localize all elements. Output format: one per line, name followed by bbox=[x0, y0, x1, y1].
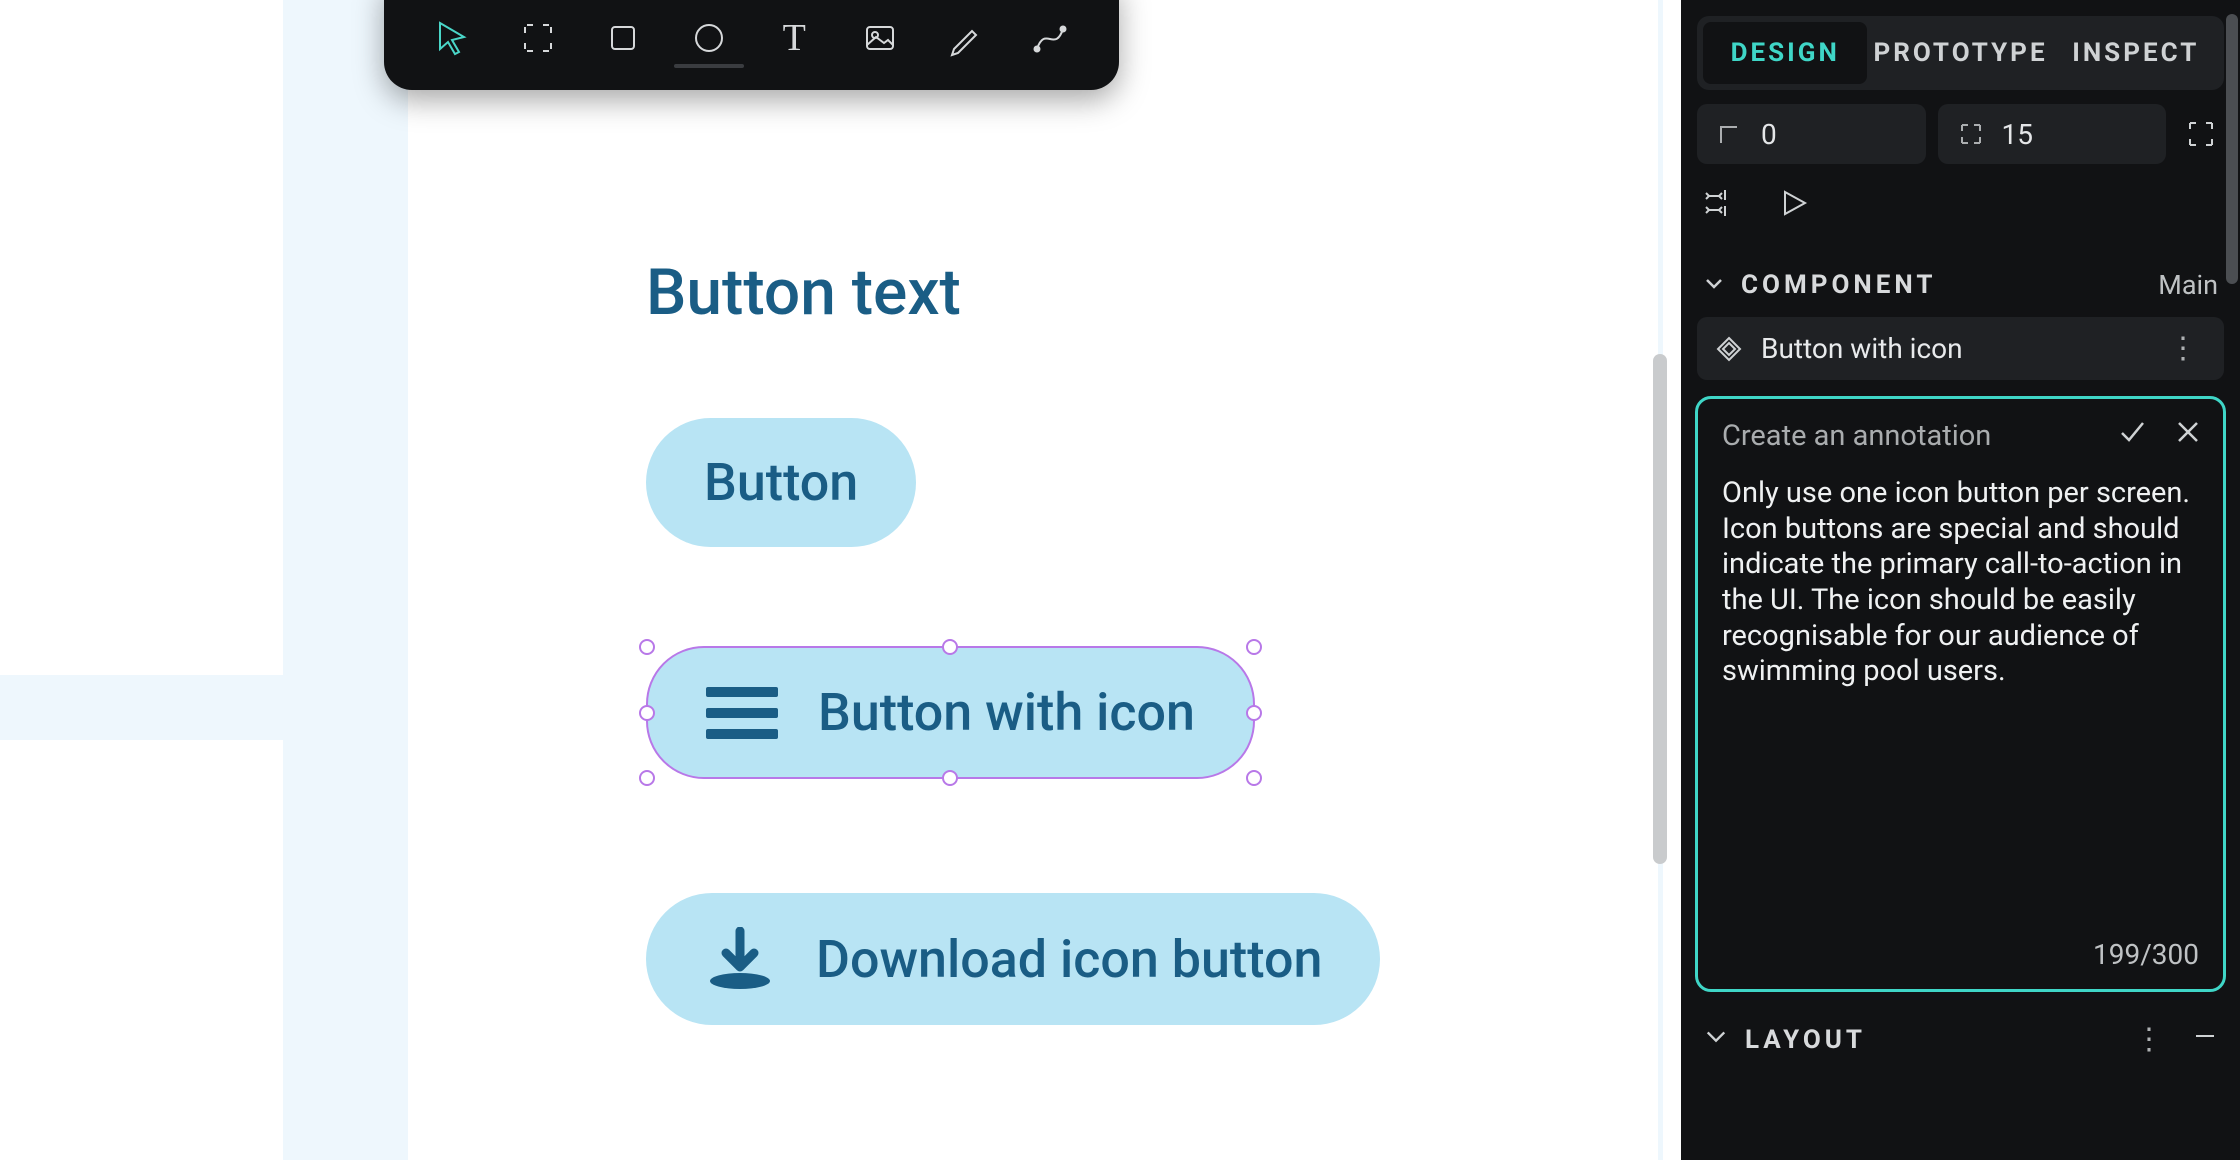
component-icon bbox=[1715, 335, 1743, 363]
selection-handle-n[interactable] bbox=[942, 639, 958, 655]
component-name: Button with icon bbox=[1761, 332, 2142, 365]
tool-select[interactable] bbox=[414, 4, 491, 72]
radius-value: 15 bbox=[2002, 118, 2033, 151]
scrollbar-thumb[interactable] bbox=[1653, 354, 1667, 864]
selection-handle-nw[interactable] bbox=[639, 639, 655, 655]
play-icon[interactable] bbox=[1777, 186, 1811, 227]
component-section-head: COMPONENT Main bbox=[1703, 269, 2218, 301]
gutter-cut bbox=[0, 740, 283, 1160]
rotation-value: 0 bbox=[1761, 118, 1777, 151]
selection-handle-se[interactable] bbox=[1246, 770, 1262, 786]
canvas-button-download[interactable]: Download icon button bbox=[646, 893, 1380, 1025]
layout-more-icon[interactable]: ⋮ bbox=[2134, 1022, 2164, 1057]
tool-curve[interactable] bbox=[1012, 4, 1089, 72]
annotation-textarea[interactable]: Only use one icon button per screen. Ico… bbox=[1698, 468, 2223, 938]
selection-handle-sw[interactable] bbox=[639, 770, 655, 786]
button-label: Button with icon bbox=[818, 682, 1195, 743]
gutter-cut bbox=[0, 0, 283, 675]
annotation-header: Create an annotation bbox=[1698, 399, 2223, 468]
hamburger-icon bbox=[706, 687, 778, 739]
chevron-down-icon[interactable] bbox=[1703, 1023, 1729, 1056]
annotation-counter: 199/300 bbox=[1698, 938, 2223, 989]
radius-input[interactable]: 15 bbox=[1938, 104, 2167, 164]
panel-tabs: DESIGN PROTOTYPE INSPECT bbox=[1697, 16, 2224, 90]
resize-play-row bbox=[1705, 186, 2240, 227]
button-label: Button bbox=[704, 452, 858, 513]
panel-scrollbar-thumb[interactable] bbox=[2226, 14, 2238, 284]
component-more-icon[interactable]: ⋮ bbox=[2160, 331, 2206, 366]
rotation-input[interactable]: 0 bbox=[1697, 104, 1926, 164]
radius-icon bbox=[1958, 121, 1984, 147]
section-title-layout: LAYOUT bbox=[1745, 1025, 1866, 1055]
tab-inspect[interactable]: INSPECT bbox=[2054, 22, 2218, 84]
tab-design[interactable]: DESIGN bbox=[1703, 22, 1867, 84]
properties-panel: DESIGN PROTOTYPE INSPECT 0 15 COMPONENT … bbox=[1681, 0, 2240, 1160]
selection-handle-s[interactable] bbox=[942, 770, 958, 786]
tool-frame[interactable] bbox=[499, 4, 576, 72]
tool-pen[interactable] bbox=[926, 4, 1003, 72]
selection-handle-ne[interactable] bbox=[1246, 639, 1262, 655]
transform-row: 0 15 bbox=[1697, 104, 2224, 164]
canvas-button-plain[interactable]: Button bbox=[646, 418, 916, 547]
selection-handle-e[interactable] bbox=[1246, 705, 1262, 721]
tool-indicator bbox=[674, 64, 744, 68]
selection-handle-w[interactable] bbox=[639, 705, 655, 721]
individual-corners-toggle[interactable] bbox=[2178, 111, 2224, 157]
artboard[interactable]: Button text Button Button with icon Down… bbox=[408, 0, 1658, 1160]
close-icon[interactable] bbox=[2173, 417, 2203, 454]
chevron-down-icon[interactable] bbox=[1703, 269, 1725, 301]
tab-prototype[interactable]: PROTOTYPE bbox=[1873, 22, 2047, 84]
tool-rectangle[interactable] bbox=[585, 4, 662, 72]
canvas-frame[interactable]: Button text Button Button with icon Down… bbox=[283, 0, 1663, 1160]
floating-toolbar: T bbox=[384, 0, 1119, 90]
annotation-placeholder: Create an annotation bbox=[1722, 419, 1991, 453]
check-icon[interactable] bbox=[2117, 417, 2147, 454]
canvas-scrollbar[interactable] bbox=[1653, 14, 1667, 1144]
minus-icon[interactable] bbox=[2192, 1023, 2218, 1056]
download-icon bbox=[704, 927, 776, 991]
tool-ellipse[interactable] bbox=[670, 4, 747, 72]
component-name-row[interactable]: Button with icon ⋮ bbox=[1697, 317, 2224, 380]
canvas-button-with-icon[interactable]: Button with icon bbox=[646, 646, 1255, 779]
annotation-box: Create an annotation Only use one icon b… bbox=[1695, 396, 2226, 992]
resize-icon[interactable] bbox=[1705, 186, 1739, 227]
heading-button-text: Button text bbox=[646, 255, 961, 330]
button-label: Download icon button bbox=[816, 929, 1322, 990]
tool-text[interactable]: T bbox=[756, 4, 833, 72]
component-main-label[interactable]: Main bbox=[2158, 269, 2218, 301]
rotation-icon bbox=[1717, 121, 1743, 147]
layout-section-head: LAYOUT ⋮ bbox=[1703, 1022, 2218, 1057]
section-title-component: COMPONENT bbox=[1741, 270, 1936, 300]
tool-image[interactable] bbox=[841, 4, 918, 72]
left-gutter bbox=[0, 0, 283, 1160]
